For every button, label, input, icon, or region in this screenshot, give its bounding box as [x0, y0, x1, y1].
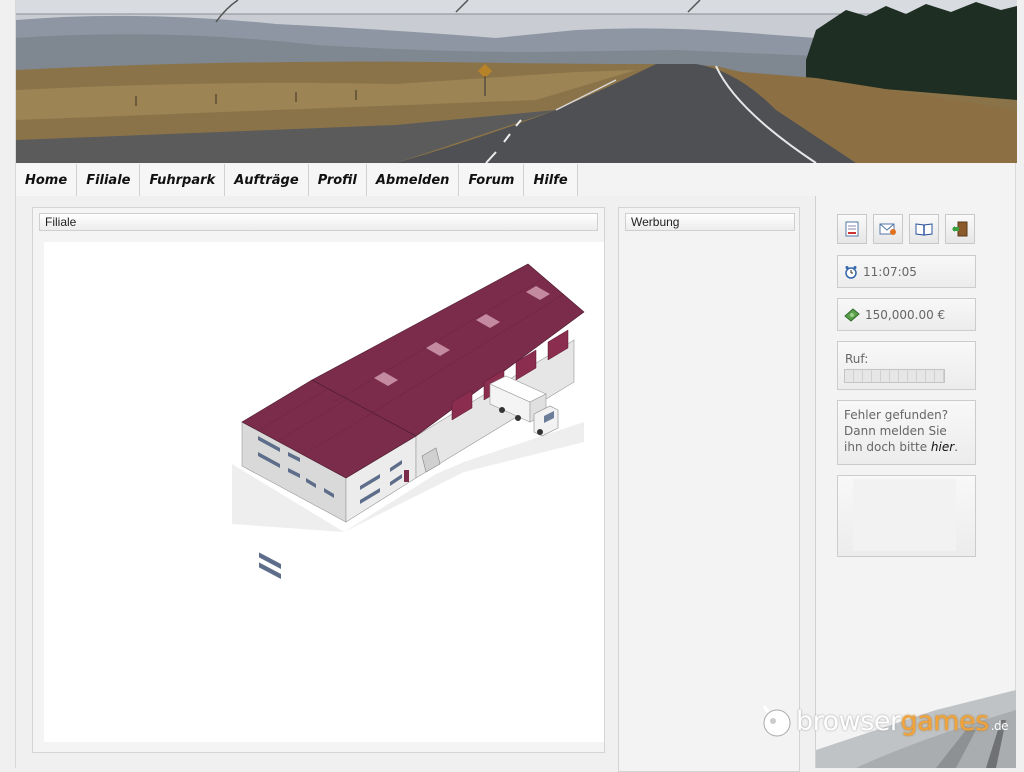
money-icon [844, 307, 860, 322]
bug-report-link[interactable]: hier [931, 440, 954, 454]
logout-button[interactable] [945, 214, 975, 244]
werbung-panel: Werbung [618, 207, 800, 772]
nav-item-hilfe[interactable]: Hilfe [524, 164, 578, 196]
clock-box: 11:07:05 [837, 255, 976, 288]
warehouse-image [232, 263, 585, 580]
watermark-part1: browser [796, 705, 901, 737]
nav-item-auftraege[interactable]: Aufträge [225, 164, 309, 196]
werbung-panel-title: Werbung [625, 213, 795, 231]
watermark-part2: games [900, 705, 990, 737]
bug-report-box: Fehler gefunden? Dann melden Sie ihn doc… [837, 400, 976, 465]
nav-item-fuhrpark[interactable]: Fuhrpark [140, 164, 226, 196]
nav-item-filiale[interactable]: Filiale [77, 164, 141, 196]
book-icon [915, 223, 933, 236]
mail-icon [879, 223, 896, 235]
notes-button[interactable] [837, 214, 867, 244]
main-content: Filiale Werbung [16, 196, 816, 772]
browsergames-watermark: browser games .de [760, 704, 1009, 738]
reputation-box: Ruf: [837, 341, 976, 390]
nav-item-home[interactable]: Home [16, 164, 78, 196]
exit-door-icon [952, 221, 968, 237]
sidebar-ad-slot [853, 479, 956, 551]
filiale-panel: Filiale [32, 207, 605, 753]
sidebar-ad-box [837, 475, 976, 557]
watermark-logo-icon [760, 704, 794, 738]
nav-item-abmelden[interactable]: Abmelden [367, 164, 460, 196]
main-nav: Home Filiale Fuhrpark Aufträge Profil Ab… [16, 164, 578, 196]
nav-item-forum[interactable]: Forum [459, 164, 525, 196]
warehouse-view[interactable] [44, 242, 604, 742]
document-icon [845, 221, 859, 237]
reputation-bar [844, 369, 945, 383]
header-banner [16, 0, 1017, 163]
nav-item-profil[interactable]: Profil [309, 164, 367, 196]
bug-report-end: . [954, 440, 959, 454]
filiale-panel-title: Filiale [39, 213, 598, 231]
guide-button[interactable] [909, 214, 939, 244]
money-box: 150,000.00 € [837, 298, 976, 331]
server-time: 11:07:05 [863, 264, 917, 279]
messages-button[interactable] [873, 214, 903, 244]
reputation-label: Ruf: [845, 352, 869, 366]
page: Home Filiale Fuhrpark Aufträge Profil Ab… [15, 0, 1017, 772]
money-balance: 150,000.00 € [865, 307, 946, 322]
watermark-suffix: .de [990, 719, 1009, 733]
alarm-clock-icon [844, 265, 858, 279]
